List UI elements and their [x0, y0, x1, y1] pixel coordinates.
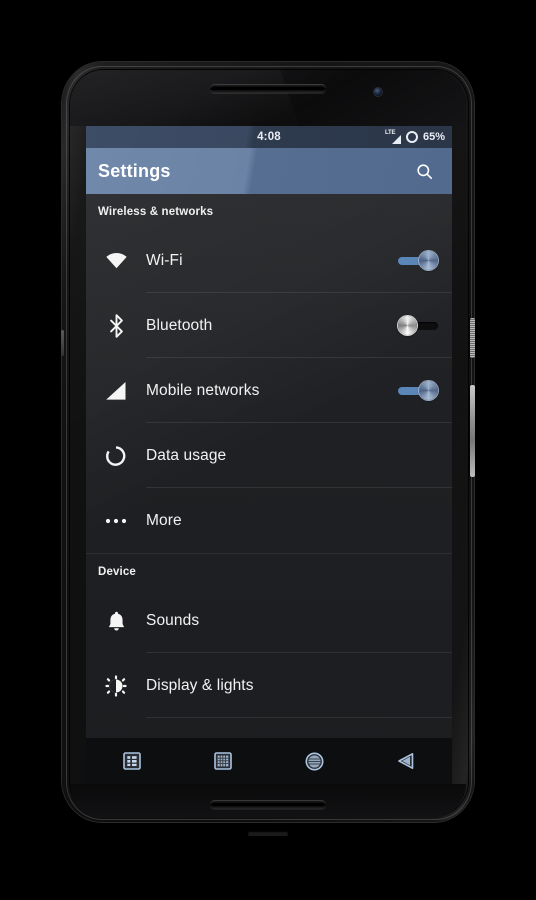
battery-circle-icon: [405, 131, 418, 143]
lte-signal-icon: LTE: [385, 130, 401, 144]
menu-icon[interactable]: [108, 738, 156, 784]
brightness-icon: [86, 674, 146, 697]
list-item-more[interactable]: More: [86, 488, 452, 553]
list-item-data-usage[interactable]: Data usage: [86, 423, 452, 488]
list-item-sounds[interactable]: Sounds: [86, 588, 452, 653]
signal-icon: [86, 381, 146, 401]
power-button[interactable]: [470, 318, 475, 358]
volume-rocker-button[interactable]: [470, 385, 475, 477]
status-bar-icons: LTE 65%: [385, 130, 445, 144]
triangle-back-icon[interactable]: [382, 738, 430, 784]
square-icon[interactable]: [199, 738, 247, 784]
page-title: Settings: [98, 160, 171, 181]
circle-icon[interactable]: [291, 738, 339, 784]
list-item-label: Sounds: [146, 611, 200, 629]
bottom-speaker-grille: [210, 800, 326, 809]
wifi-switch-wrap[interactable]: [398, 250, 438, 272]
wifi-icon: [86, 252, 146, 269]
list-item-display-lights[interactable]: Display & lights: [86, 653, 452, 718]
battery-percent-label: 65%: [422, 131, 445, 143]
action-bar: Settings: [86, 148, 452, 194]
mobile-switch-wrap[interactable]: [398, 380, 438, 402]
data-usage-icon: [86, 445, 146, 467]
bluetooth-icon: [86, 313, 146, 338]
mobile-networks-switch[interactable]: [398, 380, 438, 402]
switch-thumb[interactable]: [419, 381, 438, 400]
search-icon[interactable]: [404, 148, 444, 194]
list-item-label: Wi-Fi: [146, 251, 183, 269]
list-item-bluetooth[interactable]: Bluetooth: [86, 293, 452, 358]
list-item-label: Data usage: [146, 446, 227, 464]
screenshot-stage: 4:08 LTE 65% Settings Wireless & network…: [0, 0, 536, 900]
list-item-label: Display & lights: [146, 676, 254, 694]
bluetooth-switch[interactable]: [398, 315, 438, 337]
section-header-wireless: Wireless & networks: [98, 206, 214, 218]
list-divider: [146, 717, 452, 718]
front-camera: [374, 88, 382, 96]
list-item-label: Bluetooth: [146, 316, 213, 334]
earpiece-speaker: [210, 84, 326, 93]
status-bar: 4:08 LTE 65%: [86, 126, 452, 148]
list-item-label: Mobile networks: [146, 381, 260, 399]
usb-port: [248, 831, 288, 836]
bluetooth-switch-wrap[interactable]: [398, 315, 438, 337]
settings-list[interactable]: Wireless & networks Wi-Fi Bluetooth Mobi…: [86, 194, 452, 784]
sim-tray: [61, 330, 64, 356]
switch-thumb[interactable]: [398, 316, 417, 335]
switch-thumb[interactable]: [419, 251, 438, 270]
list-item-wifi[interactable]: Wi-Fi: [86, 228, 452, 293]
list-item-mobile-networks[interactable]: Mobile networks: [86, 358, 452, 423]
section-header-device: Device: [98, 566, 136, 578]
list-item-label: More: [146, 511, 182, 529]
signal-triangle-icon: [391, 134, 401, 144]
phone-screen: 4:08 LTE 65% Settings Wireless & network…: [86, 126, 452, 784]
navigation-bar: [86, 738, 452, 784]
phone-glass-top: [70, 70, 466, 126]
wifi-switch[interactable]: [398, 250, 438, 272]
more-dots-icon: [86, 518, 146, 524]
bell-icon: [86, 610, 146, 632]
